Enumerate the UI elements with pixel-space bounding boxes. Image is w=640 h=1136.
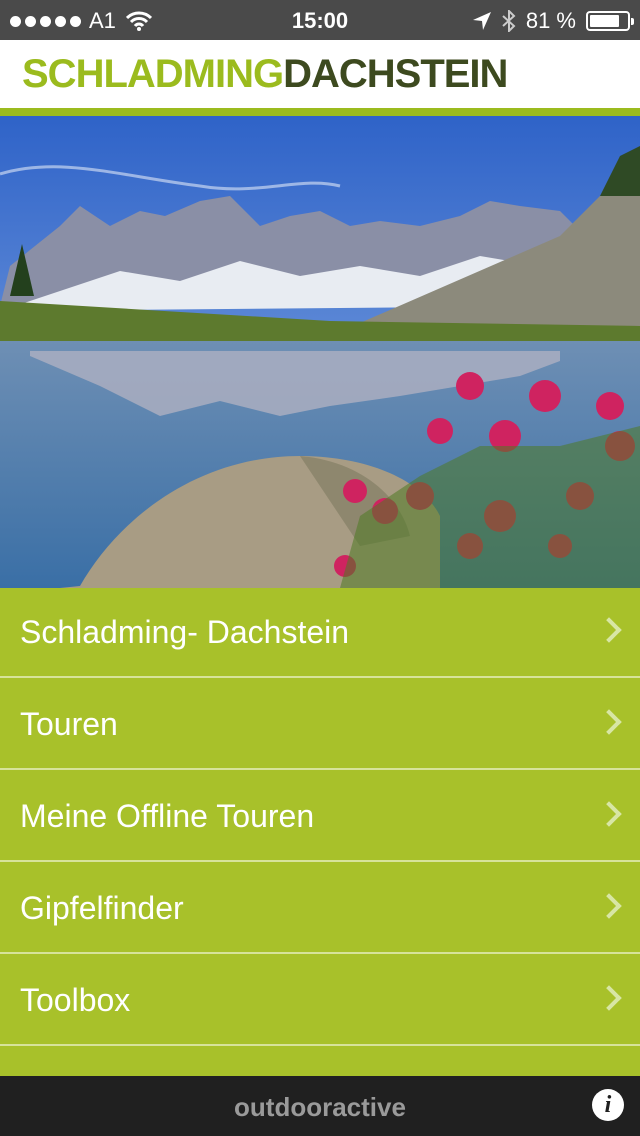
status-right: 81 % <box>472 8 634 34</box>
menu-item-label: Meine Offline Touren <box>20 798 315 834</box>
menu-item-schladming-dachstein[interactable]: Schladming- Dachstein <box>0 588 640 678</box>
menu-item-gipfelfinder[interactable]: Gipfelfinder <box>0 864 640 954</box>
logo-part-dachstein: DACHSTEIN <box>283 52 508 96</box>
bluetooth-icon <box>502 10 516 32</box>
chevron-right-icon <box>596 985 622 1011</box>
app-logo: SCHLADMINGDACHSTEIN <box>22 52 508 97</box>
chevron-right-icon <box>596 617 622 643</box>
menu-item-toolbox[interactable]: Toolbox <box>0 956 640 1046</box>
menu-item-label: Schladming- Dachstein <box>20 614 350 650</box>
outdooractive-brand: outdooractive <box>234 1092 406 1122</box>
footer-bar: outdooractive i <box>0 1076 640 1136</box>
location-arrow-icon <box>472 12 491 30</box>
info-icon[interactable]: i <box>592 1089 624 1121</box>
battery-fill <box>590 15 619 27</box>
menu-item-label: Touren <box>20 706 118 742</box>
menu-item-label: Gipfelfinder <box>20 890 184 926</box>
main-menu: Schladming- Dachstein Touren Meine Offli… <box>0 588 640 1076</box>
app-header: SCHLADMINGDACHSTEIN <box>0 40 640 108</box>
battery-icon <box>586 11 634 31</box>
hero-image <box>0 116 640 588</box>
mountain-lake-photo <box>0 116 640 588</box>
chevron-right-icon <box>596 893 622 919</box>
chevron-right-icon <box>596 801 622 827</box>
status-bar: A1 15:00 81 % <box>0 0 640 40</box>
menu-item-label: Toolbox <box>20 982 131 1018</box>
logo-part-schladming: SCHLADMING <box>22 52 284 96</box>
chevron-right-icon <box>596 709 622 735</box>
menu-item-touren[interactable]: Touren <box>0 680 640 770</box>
battery-percent: 81 % <box>525 8 576 33</box>
menu-item-offline-touren[interactable]: Meine Offline Touren <box>0 772 640 862</box>
header-divider <box>0 108 640 116</box>
